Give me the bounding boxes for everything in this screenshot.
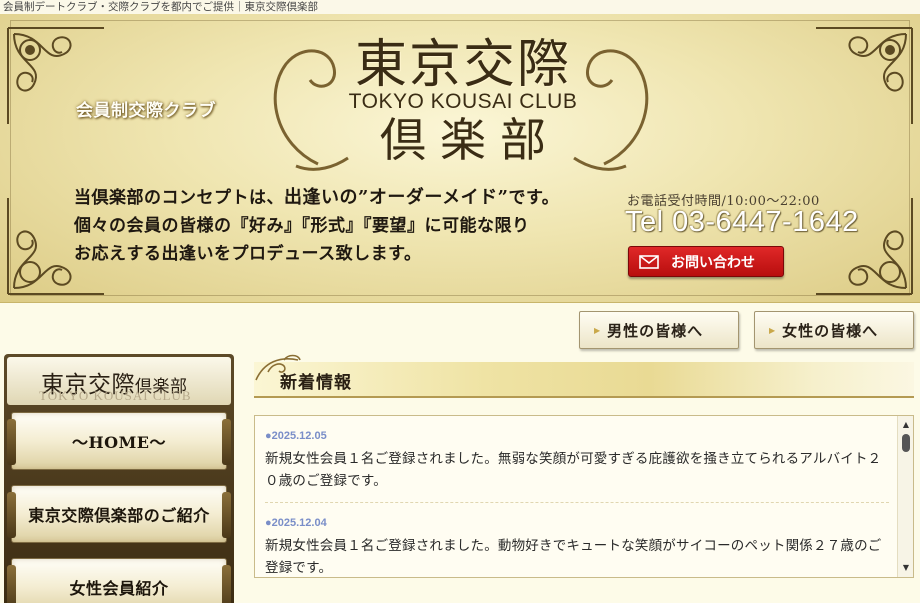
news-heading: 新着情報 [280, 373, 352, 393]
news-heading-bar: 新着情報 [254, 352, 914, 400]
scroll-up-icon[interactable]: ▲ [901, 420, 911, 430]
logo-english: TOKYO KOUSAI CLUB [348, 90, 578, 113]
news-text: 新規女性会員１名ご登録されました。動物好きでキュートな笑顔がサイコーのペット関係… [265, 538, 882, 575]
contact-button[interactable]: お問い合わせ [628, 246, 784, 277]
news-scrollbar[interactable]: ▲ ▼ [897, 416, 913, 577]
corner-ornament-icon [816, 27, 913, 124]
logo-title: 東京交際 [354, 35, 571, 95]
news-list[interactable]: ●2025.12.05 新規女性会員１名ご登録されました。無弱な笑顔が可愛すぎる… [254, 415, 914, 578]
scroll-down-icon[interactable]: ▼ [901, 563, 911, 573]
sidebar-logo[interactable]: 東京交際倶楽部 TOKYO KOUSAI CLUB [7, 357, 231, 405]
for-men-button[interactable]: ▶ 男性の皆様へ [579, 311, 739, 349]
sidebar-item-label: 女性会員紹介 [69, 579, 169, 598]
concept-line1-a: 当倶楽部のコンセプトは、 [74, 188, 284, 208]
news-item: ●2025.12.05 新規女性会員１名ご登録されました。無弱な笑顔が可愛すぎる… [265, 430, 889, 503]
member-club-label: 会員制交際クラブ [76, 101, 216, 121]
concept-text: 当倶楽部のコンセプトは、出逢いの”オーダーメイド”です。 個々の会員の皆様の『好… [74, 184, 594, 268]
for-men-label: 男性の皆様へ [607, 321, 704, 340]
concept-line1-emphasis: 出逢いの”オーダーメイド” [284, 187, 509, 208]
news-date: ●2025.12.05 [265, 430, 327, 442]
news-text: 新規女性会員１名ご登録されました。無弱な笑顔が可愛すぎる庇護欲を掻き立てられるア… [265, 451, 882, 488]
concept-line1-c: です。 [508, 188, 560, 208]
sidebar-item-home[interactable]: ～HOME～ [7, 412, 231, 470]
arrow-icon: ▶ [594, 325, 602, 335]
sidebar-logo-english: TOKYO KOUSAI CLUB [39, 388, 192, 403]
sidebar-item-label: 東京交際倶楽部のご紹介 [28, 506, 210, 525]
phone-number[interactable]: Tel 03-6447-1642 [625, 206, 859, 239]
site-header: 会員制交際クラブ 東京交際 TOKYO KOUSAI CLUB 倶楽部 当倶楽部… [0, 14, 920, 303]
arrow-icon: ▶ [769, 325, 777, 335]
sidebar-nav: 東京交際倶楽部 TOKYO KOUSAI CLUB ～HOME～ 東京交際倶楽部… [4, 354, 234, 603]
news-heading-background [254, 362, 914, 398]
scroll-thumb[interactable] [902, 434, 910, 452]
contact-button-label: お問い合わせ [671, 253, 755, 270]
corner-ornament-icon [816, 198, 913, 295]
news-item: ●2025.12.04 新規女性会員１名ご登録されました。動物好きでキュートな笑… [265, 517, 889, 577]
logo-subtitle: 倶楽部 [380, 113, 560, 167]
mail-icon [639, 254, 659, 269]
concept-line2: 個々の会員の皆様の『好み』『形式』『要望』に可能な限り [74, 216, 530, 236]
concept-line3: お応えする出逢いをプロデュース致します。 [74, 244, 422, 264]
news-date: ●2025.12.04 [265, 517, 327, 529]
for-women-label: 女性の皆様へ [782, 321, 879, 340]
sidebar-item-female-members[interactable]: 女性会員紹介 [7, 558, 231, 603]
site-tagline: 会員制デートクラブ・交際クラブを都内でご提供｜東京交際倶楽部 [0, 0, 920, 14]
sidebar-item-label: ～HOME～ [72, 433, 166, 452]
sidebar-item-about[interactable]: 東京交際倶楽部のご紹介 [7, 485, 231, 543]
for-women-button[interactable]: ▶ 女性の皆様へ [754, 311, 914, 349]
